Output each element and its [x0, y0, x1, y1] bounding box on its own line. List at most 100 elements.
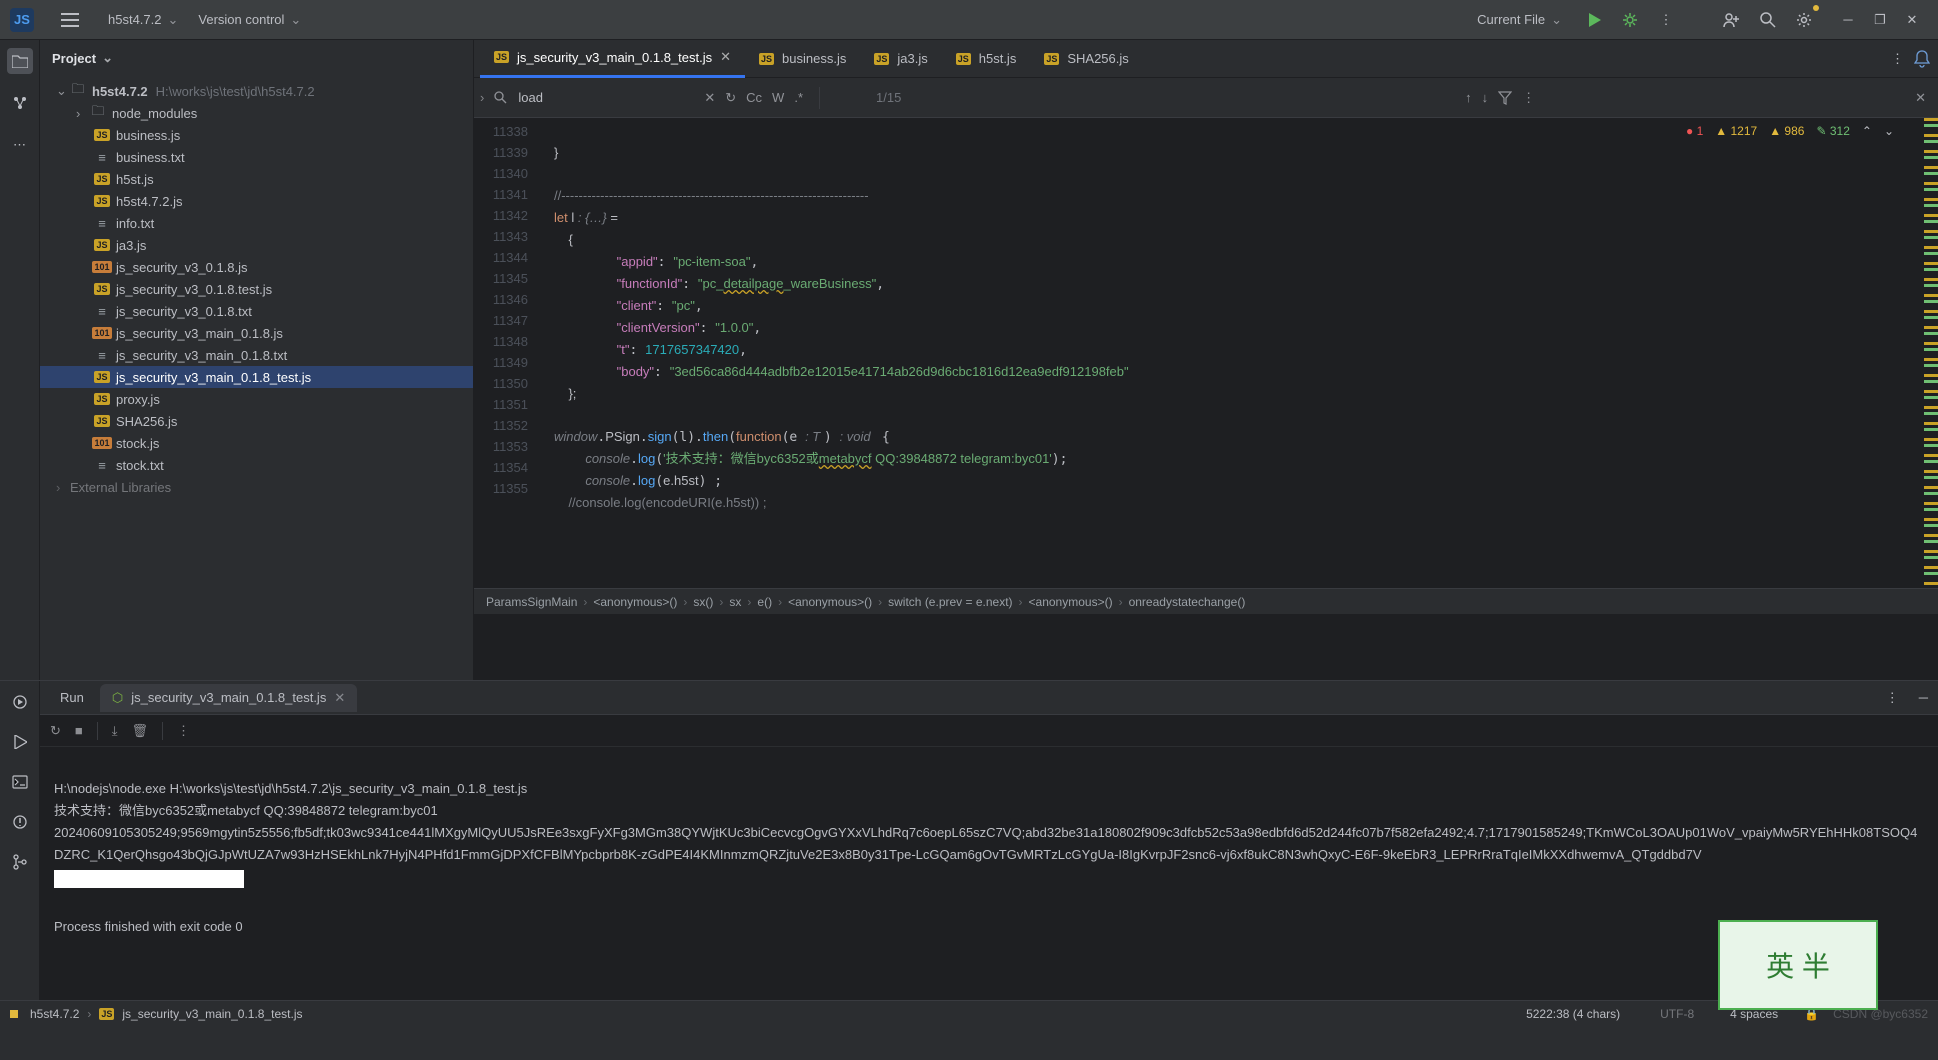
file-name: js_security_v3_0.1.8.js [116, 260, 248, 275]
tree-file[interactable]: ≡js_security_v3_main_0.1.8.txt [40, 344, 473, 366]
status-root[interactable]: h5st4.7.2 [30, 1007, 79, 1021]
tree-file[interactable]: JSh5st4.7.2.js [40, 190, 473, 212]
toggle-occurrences-icon[interactable]: ↻ [725, 90, 736, 106]
close-tab-icon[interactable]: ✕ [720, 49, 731, 65]
more-search-icon[interactable]: ⋮ [1522, 90, 1535, 106]
debug-play-icon[interactable] [7, 729, 33, 755]
console-output[interactable]: H:\nodejs\node.exe H:\works\js\test\jd\h… [40, 747, 1938, 1000]
vcs-menu[interactable]: Version control ⌄ [188, 6, 311, 34]
project-panel-header[interactable]: Project ⌄ [40, 40, 473, 76]
debug-button[interactable] [1616, 6, 1644, 34]
problems-icon[interactable] [7, 809, 33, 835]
regex-icon[interactable]: .* [794, 90, 803, 105]
tree-file[interactable]: JSja3.js [40, 234, 473, 256]
breadcrumb-item[interactable]: ParamsSignMain [486, 595, 577, 609]
tree-node-modules[interactable]: › 🗀 node_modules [40, 102, 473, 124]
settings-icon[interactable] [1790, 6, 1818, 34]
tree-file[interactable]: JSbusiness.js [40, 124, 473, 146]
tree-file[interactable]: 101stock.js [40, 432, 473, 454]
run-more-icon[interactable]: ⋮ [1886, 690, 1899, 706]
breadcrumb-item[interactable]: <anonymous>() [1029, 595, 1113, 609]
tree-file[interactable]: ≡stock.txt [40, 454, 473, 476]
status-position[interactable]: 5222:38 (4 chars) [1526, 1007, 1620, 1021]
external-libs[interactable]: › External Libraries [40, 476, 473, 498]
tree-file[interactable]: JSjs_security_v3_0.1.8.test.js [40, 278, 473, 300]
editor-tab[interactable]: JSh5st.js [942, 40, 1031, 78]
stop-icon[interactable]: ■ [75, 723, 83, 738]
editor-tabs: JSjs_security_v3_main_0.1.8_test.js✕JSbu… [474, 40, 1938, 78]
chevron-down-icon: ⌄ [56, 83, 70, 99]
more-actions-icon[interactable]: ⋮ [1652, 6, 1680, 34]
main-menu-icon[interactable] [56, 6, 84, 34]
toolbar-more-icon[interactable]: ⋮ [177, 723, 190, 739]
text-file-icon: ≡ [94, 150, 110, 165]
tab-more-icon[interactable]: ⋮ [1891, 51, 1904, 67]
search-everywhere-icon[interactable] [1754, 6, 1782, 34]
editor-tab[interactable]: JSja3.js [860, 40, 941, 78]
editor-tab[interactable]: JSbusiness.js [745, 40, 860, 78]
tree-file[interactable]: JSSHA256.js [40, 410, 473, 432]
run-icon[interactable] [7, 689, 33, 715]
clear-all-icon[interactable]: 🗑 [132, 723, 149, 739]
scroll-to-end-icon[interactable]: ⤓ [112, 723, 118, 739]
breadcrumb-item[interactable]: switch (e.prev = e.next) [888, 595, 1012, 609]
folder-icon: 🗀 [70, 80, 86, 102]
breadcrumb-item[interactable]: onreadystatechange() [1129, 595, 1246, 609]
breadcrumb-item[interactable]: <anonymous>() [593, 595, 677, 609]
rerun-icon[interactable]: ↻ [50, 723, 61, 739]
close-tab-icon[interactable]: ✕ [334, 690, 345, 706]
file-name: js_security_v3_main_0.1.8.js [116, 326, 283, 341]
project-tree: ⌄ 🗀 h5st4.7.2 H:\works\js\test\jd\h5st4.… [40, 76, 473, 502]
notifications-icon[interactable] [1914, 50, 1930, 68]
words-icon[interactable]: W [772, 90, 784, 105]
tree-root[interactable]: ⌄ 🗀 h5st4.7.2 H:\works\js\test\jd\h5st4.… [40, 80, 473, 102]
run-config-tab[interactable]: ⬡ js_security_v3_main_0.1.8_test.js ✕ [100, 684, 357, 712]
structure-tool-icon[interactable] [7, 90, 33, 116]
tree-file[interactable]: JSproxy.js [40, 388, 473, 410]
tab-label: js_security_v3_main_0.1.8_test.js [517, 50, 712, 65]
prev-match-icon[interactable]: ↑ [1465, 90, 1472, 105]
project-tool-icon[interactable] [7, 48, 33, 74]
tree-file[interactable]: 101 js_security_v3_main_0.1.8.js [40, 322, 473, 344]
next-match-icon[interactable]: ↓ [1482, 90, 1489, 105]
console-edit-box[interactable] [54, 870, 244, 888]
status-file[interactable]: js_security_v3_main_0.1.8_test.js [122, 1007, 302, 1021]
close-search-icon[interactable]: ✕ [1915, 90, 1926, 106]
minimize-button[interactable]: ─ [1832, 6, 1864, 34]
tree-file[interactable]: ≡info.txt [40, 212, 473, 234]
more-tool-icon[interactable]: ⋯ [7, 132, 33, 158]
breadcrumb-item[interactable]: <anonymous>() [788, 595, 872, 609]
terminal-icon[interactable] [7, 769, 33, 795]
code-with-me-icon[interactable] [1718, 6, 1746, 34]
tree-file[interactable]: 101js_security_v3_0.1.8.js [40, 256, 473, 278]
breadcrumb-item[interactable]: sx() [693, 595, 713, 609]
editor-tab[interactable]: JSjs_security_v3_main_0.1.8_test.js✕ [480, 40, 745, 78]
clear-search-icon[interactable]: ✕ [704, 90, 715, 106]
breadcrumb-item[interactable]: sx [729, 595, 741, 609]
maximize-button[interactable]: ❐ [1864, 6, 1896, 34]
match-case-icon[interactable]: Cc [746, 90, 762, 105]
tree-file[interactable]: ≡business.txt [40, 146, 473, 168]
project-selector[interactable]: h5st4.7.2 ⌄ [98, 6, 188, 34]
tree-file[interactable]: ≡js_security_v3_0.1.8.txt [40, 300, 473, 322]
filter-icon[interactable] [1498, 91, 1512, 105]
search-input[interactable] [518, 90, 694, 105]
js-file-icon: 101 [94, 327, 110, 339]
status-encoding[interactable]: UTF-8 [1660, 1007, 1694, 1021]
breadcrumb[interactable]: ParamsSignMain›<anonymous>()›sx()›sx›e()… [474, 588, 1938, 614]
code-text[interactable]: } //------------------------------------… [538, 118, 1924, 588]
git-icon[interactable] [7, 849, 33, 875]
tree-file[interactable]: JSh5st.js [40, 168, 473, 190]
code-area[interactable]: ● 1 ▲ 1217 ▲ 986 ✎ 312 ⌃ ⌄ 1133811339113… [474, 118, 1938, 588]
run-button[interactable] [1580, 6, 1608, 34]
chevron-down-icon: ⌄ [290, 12, 301, 28]
run-config-selector[interactable]: Current File ⌄ [1467, 6, 1572, 34]
close-window-button[interactable]: ✕ [1896, 6, 1928, 34]
error-stripe[interactable] [1924, 118, 1938, 588]
tree-file[interactable]: JSjs_security_v3_main_0.1.8_test.js [40, 366, 473, 388]
editor-tab[interactable]: JSSHA256.js [1030, 40, 1142, 78]
hide-panel-icon[interactable]: ─ [1919, 690, 1928, 705]
run-tab[interactable]: Run [50, 684, 94, 711]
breadcrumb-item[interactable]: e() [757, 595, 772, 609]
chevron-right-icon[interactable]: › [480, 90, 484, 105]
